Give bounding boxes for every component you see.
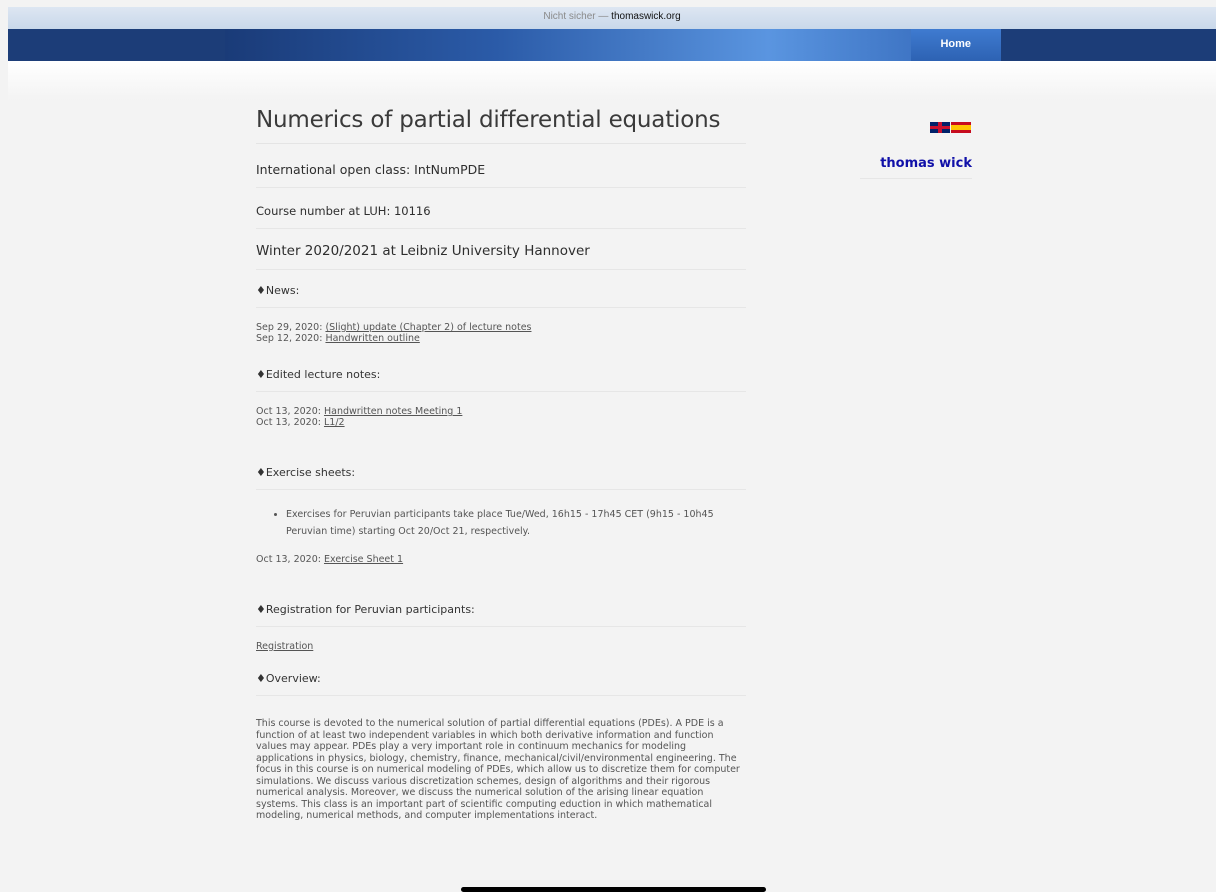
news-item: Sep 12, 2020: Handwritten outline: [256, 333, 746, 344]
english-flag-icon[interactable]: [930, 122, 950, 133]
overview-text: This course is devoted to the numerical …: [256, 718, 740, 821]
registration-link[interactable]: Registration: [256, 641, 313, 652]
exercise-info-item: Exercises for Peruvian participants take…: [286, 506, 746, 540]
exercise-sheet-link[interactable]: Exercise Sheet 1: [324, 554, 403, 565]
url-separator: —: [595, 11, 612, 22]
main-content: Numerics of partial differential equatio…: [256, 104, 746, 822]
news-link[interactable]: Handwritten outline: [325, 333, 419, 344]
author-link[interactable]: thomas wick: [860, 156, 972, 179]
lecture-notes-heading: ♦Edited lecture notes:: [256, 354, 746, 392]
lecture-note-item: Oct 13, 2020: Handwritten notes Meeting …: [256, 406, 746, 417]
spanish-flag-icon[interactable]: [951, 122, 971, 133]
exercise-sheet-list: Oct 13, 2020: Exercise Sheet 1: [256, 554, 746, 565]
top-navbar: Home: [8, 29, 1216, 61]
news-date: Sep 29, 2020:: [256, 322, 326, 333]
lecture-note-item: Oct 13, 2020: L1/2: [256, 417, 746, 428]
exercise-sheet-item: Oct 13, 2020: Exercise Sheet 1: [256, 554, 746, 565]
language-selector: [930, 122, 971, 133]
exercise-sheets-heading: ♦Exercise sheets:: [256, 452, 746, 490]
lecture-note-date: Oct 13, 2020:: [256, 417, 324, 428]
home-indicator: [461, 887, 766, 892]
exercise-info-list: Exercises for Peruvian participants take…: [256, 506, 746, 540]
registration-heading: ♦Registration for Peruvian participants:: [256, 589, 746, 627]
news-list: Sep 29, 2020: (Slight) update (Chapter 2…: [256, 322, 746, 344]
lecture-note-link[interactable]: L1/2: [324, 417, 345, 428]
security-label: Nicht sicher: [543, 11, 596, 22]
course-number: Course number at LUH: 10116: [256, 188, 746, 229]
news-item: Sep 29, 2020: (Slight) update (Chapter 2…: [256, 322, 746, 333]
nav-home-link[interactable]: Home: [940, 29, 971, 61]
lecture-notes-list: Oct 13, 2020: Handwritten notes Meeting …: [256, 406, 746, 428]
semester-heading: Winter 2020/2021 at Leibniz University H…: [256, 229, 746, 270]
class-subtitle: International open class: IntNumPDE: [256, 144, 746, 188]
registration-section: Registration: [256, 641, 746, 652]
overview-heading: ♦Overview:: [256, 658, 746, 696]
news-heading: ♦News:: [256, 270, 746, 308]
news-link[interactable]: (Slight) update (Chapter 2) of lecture n…: [325, 322, 531, 333]
lecture-note-date: Oct 13, 2020:: [256, 406, 324, 417]
news-date: Sep 12, 2020:: [256, 333, 326, 344]
exercise-sheet-date: Oct 13, 2020:: [256, 554, 324, 565]
header-band: [8, 61, 1216, 101]
address-bar[interactable]: Nicht sicher — thomaswick.org: [8, 7, 1216, 29]
url-domain: thomaswick.org: [611, 11, 681, 22]
lecture-note-link[interactable]: Handwritten notes Meeting 1: [324, 406, 462, 417]
page-title: Numerics of partial differential equatio…: [256, 104, 746, 144]
navbar-center: [225, 29, 1001, 61]
